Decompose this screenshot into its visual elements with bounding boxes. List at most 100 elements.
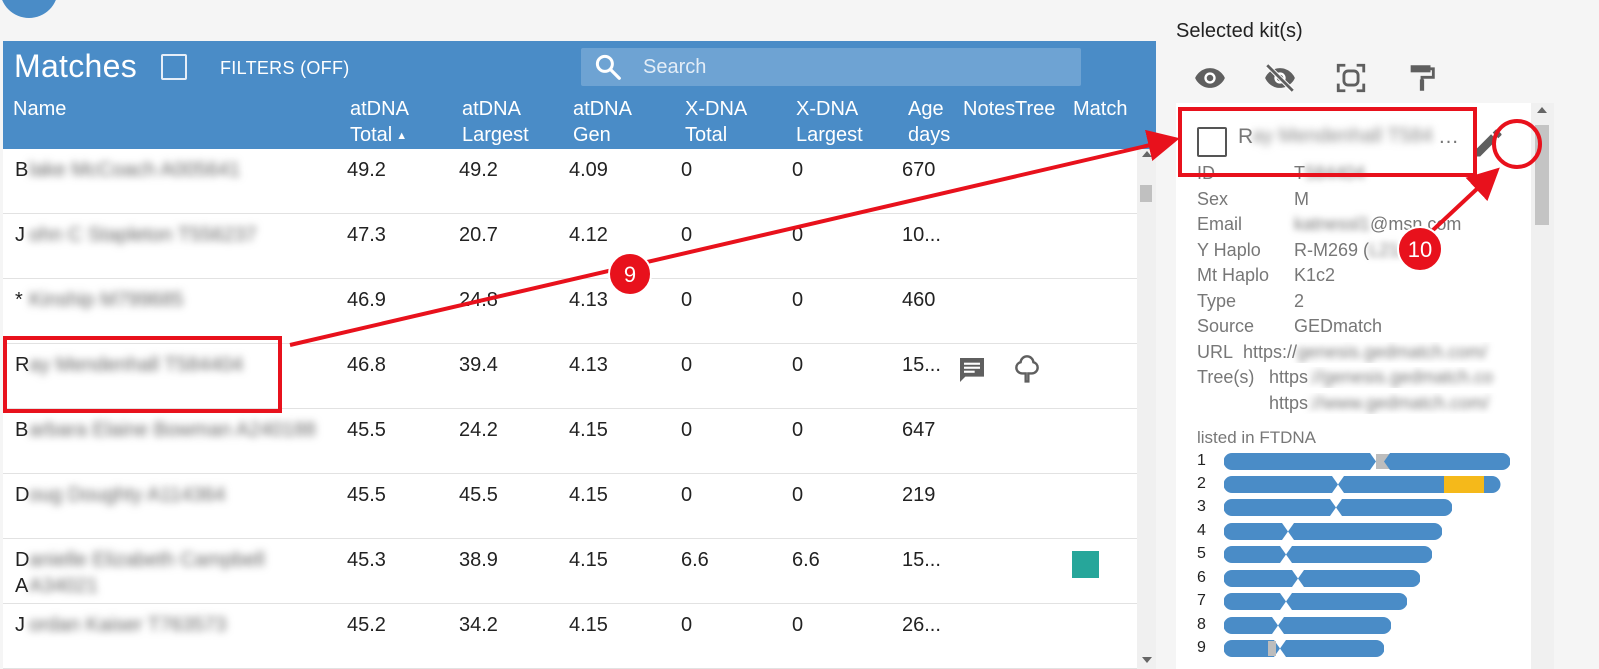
kit-source-label: Source [1197,316,1255,336]
cell-atdna-largest: 24.2 [459,419,498,441]
col-line1: X-DNA [685,98,748,120]
chromosome-bar[interactable] [1224,453,1510,470]
match-name-initial[interactable]: R [15,354,29,377]
kit-id-label: ID [1197,163,1215,183]
cell-age-days: 219 [902,484,936,506]
table-row[interactable]: D oug Doughty A114364 45.5 45.5 4.15 0 0… [3,474,1137,539]
table-row[interactable]: D anielle Elizabeth Campbell A A34021 45… [3,539,1137,604]
match-name-initial-line2: A [15,575,29,597]
match-name-initial[interactable]: J [15,614,25,637]
cell-xdna-total: 0 [681,484,693,506]
kit-email-redacted: katnessl1 [1294,214,1371,234]
match-color-swatch[interactable] [1072,551,1099,578]
notes-icon[interactable] [956,354,988,386]
col-header-match[interactable]: Match [1073,96,1127,122]
matches-scrollbar[interactable] [1137,149,1156,669]
cell-atdna-total: 45.3 [347,549,386,571]
col-line2: days [908,124,951,146]
kit-id-redacted: 584404 [1305,163,1366,183]
chromosome-bar[interactable] [1224,617,1391,634]
table-row[interactable]: * Kinship M799685 46.9 24.8 4.13 0 0 460 [3,279,1137,344]
cell-atdna-largest: 45.5 [459,484,498,506]
table-row-selected[interactable]: R ay Mendenhall T584404 46.8 39.4 4.13 0… [3,344,1137,409]
col-header-notes[interactable]: Notes [963,96,1015,122]
chromosome-number: 6 [1197,569,1206,586]
match-name-redacted-line2: A34021 [29,575,98,597]
selected-kits-title: Selected kit(s) [1176,20,1303,42]
kit-panel-scrollbar[interactable] [1531,103,1554,669]
tree-icon[interactable] [1011,353,1043,385]
scroll-up-arrow-icon[interactable] [1537,107,1547,113]
col-header-atdna-largest[interactable]: atDNA Largest [462,96,529,148]
col-header-atdna-gen[interactable]: atDNA Gen [573,96,632,148]
match-name-initial[interactable]: D [15,484,29,507]
scroll-up-arrow-icon[interactable] [1142,151,1152,157]
table-row[interactable]: J ohn C Stapleton T556237 47.3 20.7 4.12… [3,214,1137,279]
cell-atdna-gen: 4.12 [569,224,608,246]
filters-button[interactable]: FILTERS (OFF) [220,58,350,79]
match-name-initial[interactable]: D [15,549,29,572]
kit-checkbox[interactable] [1197,127,1227,157]
kit-type-value: 2 [1294,291,1305,311]
select-all-icon[interactable] [1334,61,1368,95]
chromosome-number: 3 [1197,498,1206,515]
chromosome-bar[interactable] [1224,546,1432,563]
table-row[interactable]: B arbara Elaine Bowman A240188 45.5 24.2… [3,409,1137,474]
chromosome-bar[interactable] [1224,570,1420,587]
cell-atdna-gen: 4.15 [569,419,608,441]
table-row[interactable]: B lake McCoach A005641 49.2 49.2 4.09 0 … [3,149,1137,214]
scroll-thumb[interactable] [1140,185,1152,202]
edit-pencil-icon[interactable] [1470,125,1506,161]
col-header-name[interactable]: Name [13,96,66,122]
col-header-xdna-largest[interactable]: X-DNA Largest [796,96,863,148]
col-header-age-days[interactable]: Age days [908,96,950,148]
match-name-initial[interactable]: B [15,159,28,182]
eye-off-icon[interactable] [1263,61,1297,95]
chromosome-bar[interactable] [1224,476,1504,493]
match-name-redacted: arbara Elaine Bowman A240188 [29,419,316,441]
chromosome-bar[interactable] [1224,523,1442,540]
cell-xdna-total: 0 [681,224,693,246]
kit-tree-link-2[interactable]: https://www.gedmatch.com/ [1269,393,1511,414]
cell-xdna-total: 0 [681,289,693,311]
search-input[interactable] [643,52,1063,82]
search-box[interactable] [581,48,1081,86]
table-row[interactable]: J ordan Kaiser T763573 45.2 34.2 4.15 0 … [3,604,1137,669]
cell-xdna-total: 0 [681,159,693,181]
match-name-initial[interactable]: * [15,289,23,312]
chromosome-number: 5 [1197,545,1206,562]
col-header-tree[interactable]: Tree [1015,96,1055,122]
cell-xdna-total: 0 [681,419,693,441]
scroll-down-arrow-icon[interactable] [1142,657,1152,663]
cell-atdna-total: 45.5 [347,484,386,506]
col-line1: atDNA [462,98,521,120]
scroll-thumb[interactable] [1535,125,1549,225]
col-line2: Largest [796,124,863,146]
select-all-checkbox[interactable] [161,54,187,80]
cell-atdna-total: 47.3 [347,224,386,246]
listed-in-label: listed in FTDNA [1197,428,1317,447]
cell-atdna-largest: 38.9 [459,549,498,571]
match-name-initial[interactable]: J [15,224,25,247]
chromosome-bar[interactable] [1224,499,1452,516]
kit-email-visible: @msn.com [1370,214,1462,234]
kit-yhaplo-value: R-M269 (L21aa2) [1294,240,1435,261]
cell-atdna-total: 46.8 [347,354,386,376]
match-name-redacted: oug Doughty A114364 [29,484,226,506]
kit-url-link[interactable]: https://genesis.gedmatch.com/ [1243,342,1511,363]
match-name-initial[interactable]: B [15,419,28,442]
chromosome-bar[interactable] [1224,593,1407,610]
kit-name-redacted: ay Mendenhall T584 [1252,125,1433,147]
chromosome-bar[interactable] [1224,640,1384,657]
kit-tree-link-1[interactable]: https://genesis.gedmatch.co [1269,367,1511,388]
col-header-atdna-total[interactable]: atDNA Total ▲ [350,96,409,149]
col-header-xdna-total[interactable]: X-DNA Total [685,96,747,148]
match-name-redacted: lake McCoach A005641 [29,159,241,181]
paint-roller-icon[interactable] [1405,61,1439,95]
col-name-line1: Name [13,98,67,120]
cell-age-days: 15... [902,354,941,376]
cell-xdna-largest: 0 [792,484,804,506]
kit-tree2-redacted: ://www.gedmatch.com/ [1308,393,1490,413]
eye-icon[interactable] [1193,61,1227,95]
app-menu-button[interactable] [0,0,58,18]
